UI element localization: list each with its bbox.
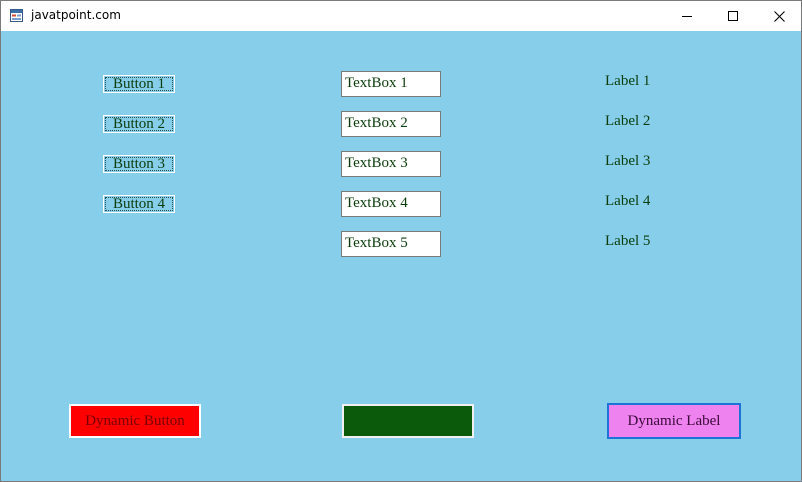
button-3-label: Button 3 xyxy=(112,155,166,172)
form-app-icon xyxy=(10,9,23,22)
dynamic-label-text: Dynamic Label xyxy=(627,412,721,429)
dynamic-textbox[interactable] xyxy=(342,404,474,438)
label-2: Label 2 xyxy=(605,113,651,129)
close-button[interactable] xyxy=(756,1,801,31)
textbox-5[interactable]: TextBox 5 xyxy=(341,231,441,257)
close-icon xyxy=(773,10,785,22)
button-1-label: Button 1 xyxy=(112,75,166,92)
textbox-4[interactable]: TextBox 4 xyxy=(341,191,441,217)
dynamic-label: Dynamic Label xyxy=(607,403,741,439)
minimize-icon xyxy=(682,16,692,17)
dynamic-button[interactable]: Dynamic Button xyxy=(69,404,201,438)
button-4-label: Button 4 xyxy=(112,195,166,212)
maximize-button[interactable] xyxy=(710,1,756,31)
button-2-label: Button 2 xyxy=(112,115,166,132)
textbox-1[interactable]: TextBox 1 xyxy=(341,71,441,97)
minimize-button[interactable] xyxy=(664,1,710,31)
button-1[interactable]: Button 1 xyxy=(103,75,175,93)
button-2[interactable]: Button 2 xyxy=(103,115,175,133)
app-window: javatpoint.com Button 1 Button 2 Button xyxy=(0,0,802,482)
label-3: Label 3 xyxy=(605,153,651,169)
title-bar[interactable]: javatpoint.com xyxy=(1,1,801,31)
dynamic-button-label: Dynamic Button xyxy=(85,412,185,429)
label-5: Label 5 xyxy=(605,233,651,249)
textbox-3[interactable]: TextBox 3 xyxy=(341,151,441,177)
form-client-area: Button 1 Button 2 Button 3 Button 4 Text… xyxy=(1,31,801,481)
button-3[interactable]: Button 3 xyxy=(103,155,175,173)
label-1: Label 1 xyxy=(605,73,651,89)
textbox-2[interactable]: TextBox 2 xyxy=(341,111,441,137)
maximize-icon xyxy=(728,11,738,21)
label-4: Label 4 xyxy=(605,193,651,209)
button-4[interactable]: Button 4 xyxy=(103,195,175,213)
window-title: javatpoint.com xyxy=(31,8,121,22)
